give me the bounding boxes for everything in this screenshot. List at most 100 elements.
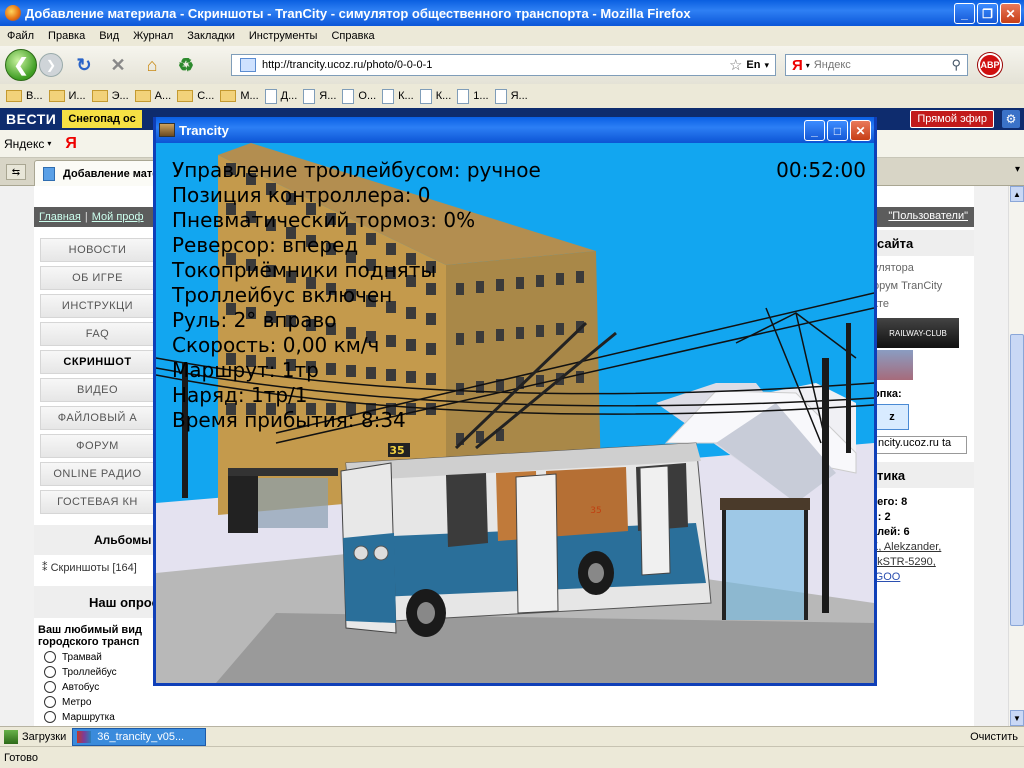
poll-radio[interactable]	[44, 711, 56, 723]
nav-item[interactable]: ОБ ИГРЕ	[40, 266, 155, 290]
minimize-button[interactable]: _	[954, 3, 975, 24]
nav-item[interactable]: ВИДЕО	[40, 378, 155, 402]
stop-icon[interactable]: ✕	[105, 52, 131, 78]
bookmark-item[interactable]: О...	[342, 88, 376, 104]
back-button[interactable]: ❮	[5, 49, 37, 81]
bookmark-item[interactable]: К...	[419, 88, 452, 104]
menu-tools[interactable]: Инструменты	[242, 30, 325, 42]
right-link[interactable]: орум TranCity	[867, 274, 974, 292]
poll-radio[interactable]	[44, 651, 56, 663]
bookmark-item[interactable]: С...	[177, 90, 214, 102]
home-icon[interactable]: ⌂	[139, 52, 165, 78]
live-broadcast-button[interactable]: Прямой эфир	[910, 110, 994, 128]
trancity-minimize-button[interactable]: _	[804, 120, 825, 141]
search-engine-dropdown-icon[interactable]: ▾	[806, 61, 810, 70]
restore-button[interactable]: ❐	[977, 3, 998, 24]
nav-item[interactable]: НОВОСТИ	[40, 238, 155, 262]
simulator-viewport[interactable]: 35 35 Управление троллейбусом: ручное Поз…	[156, 143, 874, 683]
bookmark-item[interactable]: 1...	[457, 88, 489, 104]
scroll-down-arrow[interactable]: ▼	[1010, 710, 1024, 726]
users-link[interactable]: "Пользователи"	[888, 210, 968, 222]
yandex-dropdown-icon[interactable]: ▾	[47, 139, 51, 148]
crumb-home[interactable]: Главная	[39, 211, 81, 223]
user-link[interactable]: K, Alekzander,	[871, 541, 941, 553]
bookmark-label: К...	[435, 90, 452, 102]
bookmark-item[interactable]: М...	[220, 90, 259, 102]
poll-radio[interactable]	[44, 681, 56, 693]
hud-line: Пневматический тормоз: 0%	[172, 208, 476, 232]
crumb-profile[interactable]: Мой проф	[92, 211, 144, 223]
right-column: сайта улятора орум TranCity кте RAILWAY-…	[867, 230, 974, 584]
stats-names: rGOO	[867, 569, 974, 584]
scroll-thumb[interactable]	[1010, 334, 1024, 626]
trancity-maximize-button[interactable]: □	[827, 120, 848, 141]
tab-list-icon[interactable]: ⇆	[6, 164, 26, 180]
clear-downloads-button[interactable]: Очистить	[970, 731, 1018, 743]
close-button[interactable]: ✕	[1000, 3, 1021, 24]
downloads-button[interactable]: Загрузки	[0, 729, 67, 744]
menu-history[interactable]: Журнал	[126, 30, 180, 42]
poll-option[interactable]: Маршрутка	[34, 708, 194, 723]
poll-radio[interactable]	[44, 696, 56, 708]
button-block-title: опка:	[873, 388, 902, 400]
downloads-label: Загрузки	[22, 730, 67, 743]
side-route-sign: 35	[590, 506, 601, 516]
poll-option[interactable]: Метро	[34, 693, 194, 708]
address-url[interactable]: http://trancity.ucoz.ru/photo/0-0-0-1	[262, 59, 729, 71]
menu-bookmarks[interactable]: Закладки	[180, 30, 242, 42]
url-dropdown-icon[interactable]: ▾	[764, 60, 769, 71]
bookmark-item[interactable]: И...	[48, 90, 86, 102]
nav-item[interactable]: ONLINE РАДИО	[40, 462, 155, 486]
bookmark-label: Я...	[510, 90, 528, 102]
nav-item[interactable]: FAQ	[40, 322, 155, 346]
nav-item[interactable]: СКРИНШОТ	[40, 350, 155, 374]
vesti-logo[interactable]: ВЕСТИ	[0, 111, 62, 127]
page-scrollbar[interactable]: ▲ ▼	[1008, 186, 1024, 726]
tab-dropdown-icon[interactable]: ▾	[1015, 164, 1020, 175]
language-indicator[interactable]: En	[746, 59, 760, 71]
addon-icon[interactable]: ♻	[173, 52, 199, 78]
railway-club-banner[interactable]: RAILWAY-CLUB	[877, 318, 959, 348]
button-code-input[interactable]: ncity.ucoz.ru ta	[875, 436, 967, 454]
folder-icon	[220, 90, 237, 102]
user-link[interactable]: ekSTR-5290,	[871, 556, 936, 568]
menu-file[interactable]: Файл	[0, 30, 41, 42]
bookmark-item[interactable]: Я...	[494, 88, 528, 104]
scroll-up-arrow[interactable]: ▲	[1010, 186, 1024, 202]
trancity-close-button[interactable]: ✕	[850, 120, 871, 141]
bookmark-item[interactable]: К...	[382, 88, 414, 104]
bookmark-item[interactable]: Э...	[91, 90, 129, 102]
nav-item[interactable]: ФАЙЛОВЫЙ А	[40, 406, 155, 430]
right-link[interactable]: улятора	[867, 256, 974, 274]
poll-radio[interactable]	[44, 666, 56, 678]
trancity-title-bar[interactable]: Trancity _ □ ✕	[156, 117, 874, 143]
nav-item[interactable]: ФОРУМ	[40, 434, 155, 458]
reload-icon[interactable]: ↻	[71, 52, 97, 78]
menu-view[interactable]: Вид	[92, 30, 126, 42]
yandex-logo[interactable]: Я	[65, 135, 77, 153]
right-link[interactable]: кте	[867, 292, 974, 310]
menu-help[interactable]: Справка	[324, 30, 381, 42]
bookmark-item[interactable]: А...	[134, 90, 171, 102]
banner-thumbnail[interactable]	[877, 350, 913, 380]
nav-item[interactable]: ИНСТРУКЦИ	[40, 294, 155, 318]
bookmark-item[interactable]: В...	[6, 90, 43, 102]
search-box[interactable]: Я ▾ ⚲	[785, 54, 968, 76]
address-bar[interactable]: http://trancity.ucoz.ru/photo/0-0-0-1 ☆ …	[231, 54, 776, 76]
stats-total: сего: 8	[871, 496, 908, 508]
yandex-menu[interactable]: Яндекс	[4, 137, 44, 151]
hud-info: Управление троллейбусом: ручное Позиция к…	[172, 158, 541, 433]
download-item[interactable]: 36_trancity_v05...	[72, 727, 207, 746]
bookmark-item[interactable]: Д...	[264, 88, 297, 104]
nav-item[interactable]: ГОСТЕВАЯ КН	[40, 490, 155, 514]
vesti-news-ticker[interactable]: Снегопад ос	[62, 110, 142, 128]
forward-button[interactable]: ❯	[39, 53, 63, 77]
gear-icon[interactable]: ⚙	[1002, 110, 1020, 128]
bookmark-item[interactable]: Я...	[303, 88, 336, 104]
search-input[interactable]	[813, 59, 952, 71]
bookmark-star-icon[interactable]: ☆	[729, 56, 742, 74]
site-button[interactable]: z	[875, 404, 909, 430]
menu-edit[interactable]: Правка	[41, 30, 92, 42]
search-icon[interactable]: ⚲	[951, 57, 961, 73]
adblock-icon[interactable]: ABP	[978, 53, 1002, 77]
